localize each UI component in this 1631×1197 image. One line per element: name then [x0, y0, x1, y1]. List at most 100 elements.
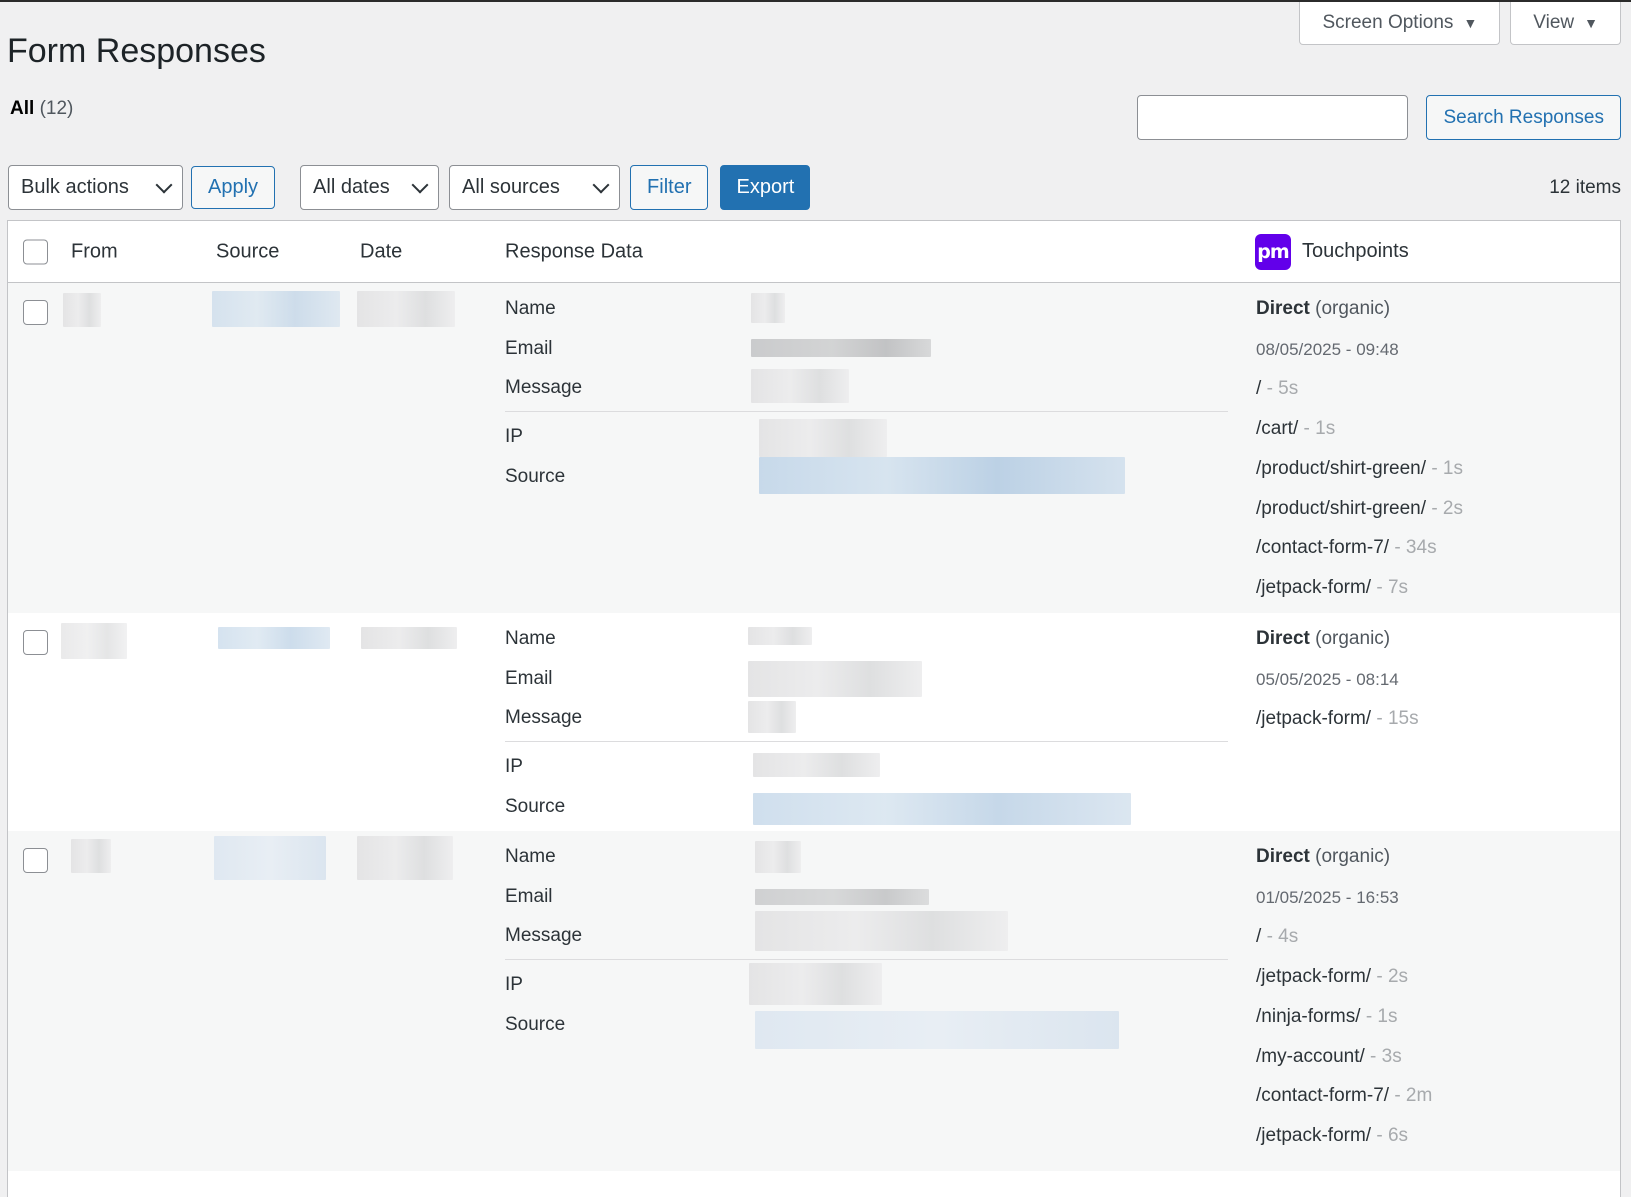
- status-filter-all[interactable]: All (12): [10, 98, 73, 120]
- column-touchpoints-label: Touchpoints: [1302, 240, 1409, 262]
- filter-all-label: All: [10, 98, 35, 119]
- field-label-message: Message: [505, 377, 583, 398]
- email-value-redacted: [755, 889, 929, 905]
- channel-type: (organic): [1315, 298, 1391, 319]
- sources-select[interactable]: All sources: [449, 165, 621, 210]
- view-label: View: [1533, 12, 1575, 33]
- search-input[interactable]: [1137, 95, 1409, 140]
- field-label-name: Name: [505, 628, 556, 649]
- page-title: Form Responses: [7, 32, 266, 70]
- source-redacted-link[interactable]: [218, 627, 330, 649]
- channel-type: (organic): [1315, 628, 1391, 649]
- apply-button[interactable]: Apply: [191, 166, 276, 209]
- touchpoint-date: 05/05/2025 - 08:14: [1256, 670, 1399, 689]
- items-count: 12 items: [1549, 176, 1621, 198]
- touchpoint-page: / - 4s: [1256, 926, 1298, 948]
- touchpoint-date: 08/05/2025 - 09:48: [1256, 340, 1399, 359]
- column-date[interactable]: Date: [360, 240, 402, 263]
- page-path: /jetpack-form/: [1256, 708, 1372, 729]
- divider: [505, 959, 1228, 960]
- dates-value: All dates: [313, 176, 390, 198]
- touchpoint-page: /jetpack-form/ - 15s: [1256, 708, 1419, 730]
- row-checkbox[interactable]: [23, 848, 48, 873]
- row-checkbox[interactable]: [23, 630, 48, 655]
- page-duration: - 2m: [1394, 1085, 1433, 1106]
- table-row: Name Email Message IP Source Direct (org…: [8, 613, 1620, 831]
- name-value-redacted: [748, 627, 812, 645]
- page-path: /product/shirt-green/: [1256, 498, 1427, 519]
- tablenav: Bulk actions Apply All dates All sources…: [8, 165, 1621, 210]
- page-duration: - 15s: [1376, 708, 1419, 729]
- email-value-redacted: [751, 339, 931, 357]
- search-responses-button[interactable]: Search Responses: [1426, 95, 1621, 140]
- touchpoint-page: /ninja-forms/ - 1s: [1256, 1006, 1398, 1028]
- field-label-email: Email: [505, 886, 553, 907]
- field-label-source: Source: [505, 1014, 566, 1035]
- touchpoint-page: /jetpack-form/ - 6s: [1256, 1125, 1408, 1147]
- divider: [505, 411, 1228, 412]
- page-path: /ninja-forms/: [1256, 1006, 1361, 1027]
- screen-meta-links: Screen Options ▼ View ▼: [1299, 2, 1621, 45]
- source-url-redacted-link[interactable]: [759, 457, 1125, 494]
- source-redacted-link[interactable]: [212, 291, 340, 327]
- ip-value-redacted: [749, 963, 882, 1005]
- column-source[interactable]: Source: [216, 240, 279, 263]
- email-value-redacted: [748, 661, 922, 697]
- filter-button[interactable]: Filter: [630, 165, 709, 210]
- name-value-redacted: [755, 841, 801, 873]
- page-path: /my-account/: [1256, 1046, 1365, 1067]
- column-response-data: Response Data: [505, 240, 643, 262]
- channel-name: Direct: [1256, 846, 1310, 867]
- page-path: /jetpack-form/: [1256, 1125, 1372, 1146]
- channel-name: Direct: [1256, 298, 1310, 319]
- column-from[interactable]: From: [71, 240, 118, 263]
- divider: [505, 741, 1228, 742]
- chevron-down-icon: [411, 176, 429, 193]
- table-header: From Source Date Response Data pm Touchp…: [8, 221, 1620, 283]
- ip-value-redacted: [759, 419, 887, 457]
- field-label-message: Message: [505, 925, 583, 946]
- view-button[interactable]: View ▼: [1510, 2, 1621, 45]
- field-label-name: Name: [505, 846, 556, 867]
- page-duration: - 5s: [1266, 378, 1299, 399]
- touchpoint-page: /jetpack-form/ - 2s: [1256, 966, 1408, 988]
- touchpoint-date: 01/05/2025 - 16:53: [1256, 888, 1399, 907]
- source-redacted-link[interactable]: [214, 836, 326, 880]
- touchpoint-page: /cart/ - 1s: [1256, 418, 1335, 440]
- column-touchpoints: pm Touchpoints: [1255, 233, 1409, 270]
- source-url-redacted-link[interactable]: [755, 1011, 1119, 1049]
- touchpoint-page: / - 5s: [1256, 378, 1298, 400]
- page-path: /: [1256, 378, 1262, 399]
- page-path: /jetpack-form/: [1256, 577, 1372, 598]
- touchpoint-channel: Direct (organic): [1256, 846, 1390, 868]
- field-label-ip: IP: [505, 974, 523, 995]
- touchpoint-page: /product/shirt-green/ - 1s: [1256, 458, 1463, 480]
- page-path: /contact-form-7/: [1256, 1085, 1390, 1106]
- date-redacted: [357, 836, 453, 880]
- field-label-ip: IP: [505, 426, 523, 447]
- source-url-redacted-link[interactable]: [753, 793, 1131, 825]
- field-label-name: Name: [505, 298, 556, 319]
- bulk-actions-select[interactable]: Bulk actions: [8, 165, 183, 210]
- message-value-redacted: [748, 701, 796, 733]
- screen-options-label: Screen Options: [1322, 12, 1454, 33]
- field-label-message: Message: [505, 707, 583, 728]
- field-label-ip: IP: [505, 756, 523, 777]
- export-button[interactable]: Export: [720, 165, 811, 210]
- dates-select[interactable]: All dates: [300, 165, 440, 210]
- touchpoint-page: /my-account/ - 3s: [1256, 1046, 1402, 1068]
- from-redacted: [63, 293, 101, 327]
- page-path: /jetpack-form/: [1256, 966, 1372, 987]
- row-checkbox[interactable]: [23, 300, 48, 325]
- page-duration: - 6s: [1376, 1125, 1409, 1146]
- field-label-email: Email: [505, 668, 553, 689]
- select-all-checkbox[interactable]: [23, 239, 48, 264]
- page-path: /product/shirt-green/: [1256, 458, 1427, 479]
- screen-options-button[interactable]: Screen Options ▼: [1299, 2, 1501, 45]
- touchpoint-page: /contact-form-7/ - 34s: [1256, 537, 1437, 559]
- channel-name: Direct: [1256, 628, 1310, 649]
- responses-table: From Source Date Response Data pm Touchp…: [7, 220, 1621, 1197]
- touchpoint-channel: Direct (organic): [1256, 628, 1390, 650]
- from-redacted: [61, 623, 127, 659]
- page-duration: - 1s: [1431, 458, 1463, 479]
